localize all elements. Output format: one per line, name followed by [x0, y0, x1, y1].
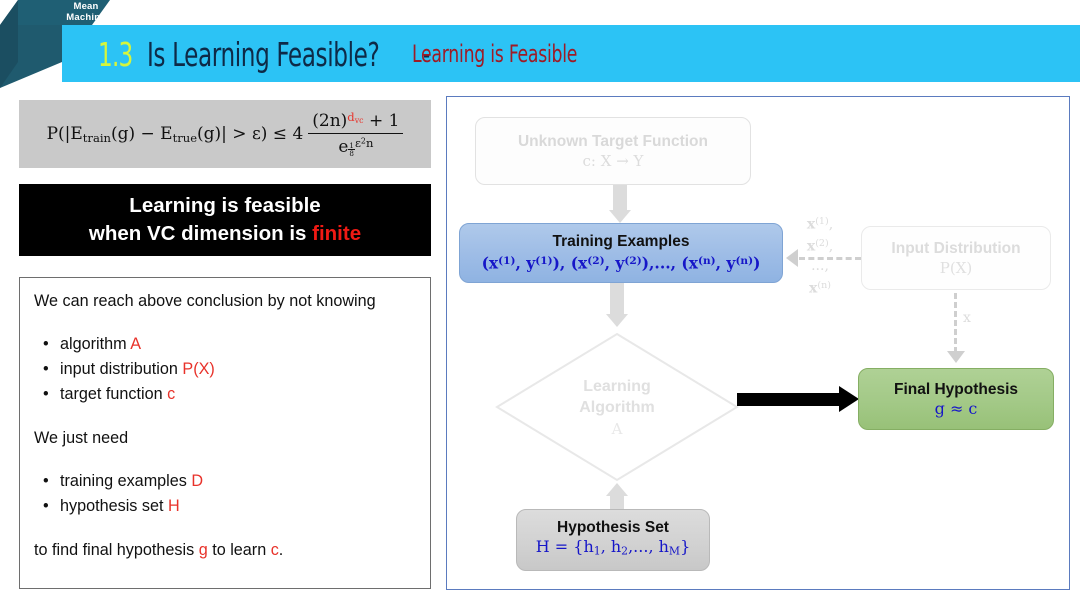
node-label-group: Learning Algorithm A [495, 332, 739, 482]
notes-intro: We can reach above conclusion by not kno… [34, 292, 376, 310]
bullet-icon: • [43, 335, 49, 353]
node-subtitle: A [611, 420, 623, 438]
list-item-label: hypothesis set H [60, 497, 180, 515]
bullet-icon: • [43, 472, 49, 490]
node-subtitle: c: X → Y [582, 151, 644, 170]
formula-numerator: (2n)dvc + 1 [308, 110, 404, 134]
node-title: Final Hypothesis [893, 380, 1019, 398]
bullet-icon: • [43, 360, 49, 378]
notes-middle: We just need [34, 429, 129, 447]
node-subtitle: P(X) [939, 258, 973, 277]
brand-logo[interactable]: Mean Machine [0, 0, 110, 88]
node-title: Unknown Target Function [517, 132, 708, 150]
node-title: Hypothesis Set [557, 519, 669, 537]
conclusion-banner: Learning is feasible when VC dimension i… [19, 184, 431, 256]
node-learning-algorithm[interactable]: Learning Algorithm A [495, 332, 739, 482]
node-final-hypothesis[interactable]: Final Hypothesis g ≈ c [858, 368, 1054, 430]
bullet-icon: • [43, 385, 49, 403]
bullet-icon: • [43, 497, 49, 515]
node-title-line-2: Algorithm [579, 399, 655, 416]
title-subtitle: Learning is Feasible [412, 40, 578, 68]
page-title: 1.3 Is Learning Feasible? - Learning is … [98, 31, 619, 77]
edge-label-x: x [963, 310, 971, 326]
sample-item: x(n) [809, 279, 831, 296]
sample-item: x(1), [806, 216, 834, 233]
list-item: • algorithm A [34, 332, 416, 357]
title-main-text: Is Learning Feasible? [147, 34, 380, 74]
list-item: • target function c [34, 382, 416, 407]
conclusion-highlight: finite [312, 222, 362, 245]
title-number: 1.3 [98, 34, 133, 74]
logo-label: Mean Machine [46, 1, 126, 23]
conclusion-line-2-prefix: when VC dimension is [88, 222, 313, 245]
notes-box: We can reach above conclusion by not kno… [19, 277, 431, 589]
conclusion-line-1: Learning is feasible [129, 194, 321, 217]
list-item: • training examples D [34, 469, 416, 494]
vc-bound-formula: P(|Etrain(g) − Etrue(g)| > ε) ≤ 4 (2n)dv… [47, 110, 404, 157]
node-title: Training Examples [552, 233, 690, 251]
conclusion-line-2: when VC dimension is finite [89, 220, 361, 248]
node-title: Input Distribution [891, 239, 1021, 257]
formula-denominator: e 1 8 ε2n [338, 135, 374, 159]
list-item-label: algorithm A [60, 335, 141, 353]
list-item-label: input distribution P(X) [60, 360, 215, 378]
formula-lhs: P(|Etrain(g) − Etrue(g)| > ε) ≤ 4 [46, 123, 304, 145]
slide-root: 1.3 Is Learning Feasible? - Learning is … [0, 0, 1080, 608]
list-item-label: target function c [60, 385, 176, 403]
node-subtitle: g ≈ c [934, 398, 978, 418]
node-subtitle: (x(1), y(1)), (x(2), y(2)),..., (x(n), y… [481, 253, 761, 273]
logo-label-line2: Machine [66, 12, 106, 23]
node-subtitle: H = {h1, h2,..., hM} [535, 537, 691, 558]
list-item: • input distribution P(X) [34, 357, 416, 382]
node-unknown-target-function[interactable]: Unknown Target Function c: X → Y [475, 117, 751, 185]
learning-diagram-panel: Unknown Target Function c: X → Y Trainin… [446, 96, 1070, 590]
node-hypothesis-set[interactable]: Hypothesis Set H = {h1, h2,..., hM} [516, 509, 710, 571]
node-title-line-1: Learning [583, 378, 651, 395]
logo-label-line1: Mean [73, 1, 99, 12]
vc-bound-formula-box: P(|Etrain(g) − Etrue(g)| > ε) ≤ 4 (2n)dv… [19, 100, 431, 168]
list-item-label: training examples D [60, 472, 204, 490]
formula-fraction: (2n)dvc + 1 e 1 8 ε2n [308, 110, 404, 159]
node-input-distribution[interactable]: Input Distribution P(X) [861, 226, 1051, 290]
node-training-examples[interactable]: Training Examples (x(1), y(1)), (x(2), y… [459, 223, 783, 283]
notes-closing: to find final hypothesis g to learn c. [34, 541, 284, 559]
list-item: • hypothesis set H [34, 494, 416, 519]
